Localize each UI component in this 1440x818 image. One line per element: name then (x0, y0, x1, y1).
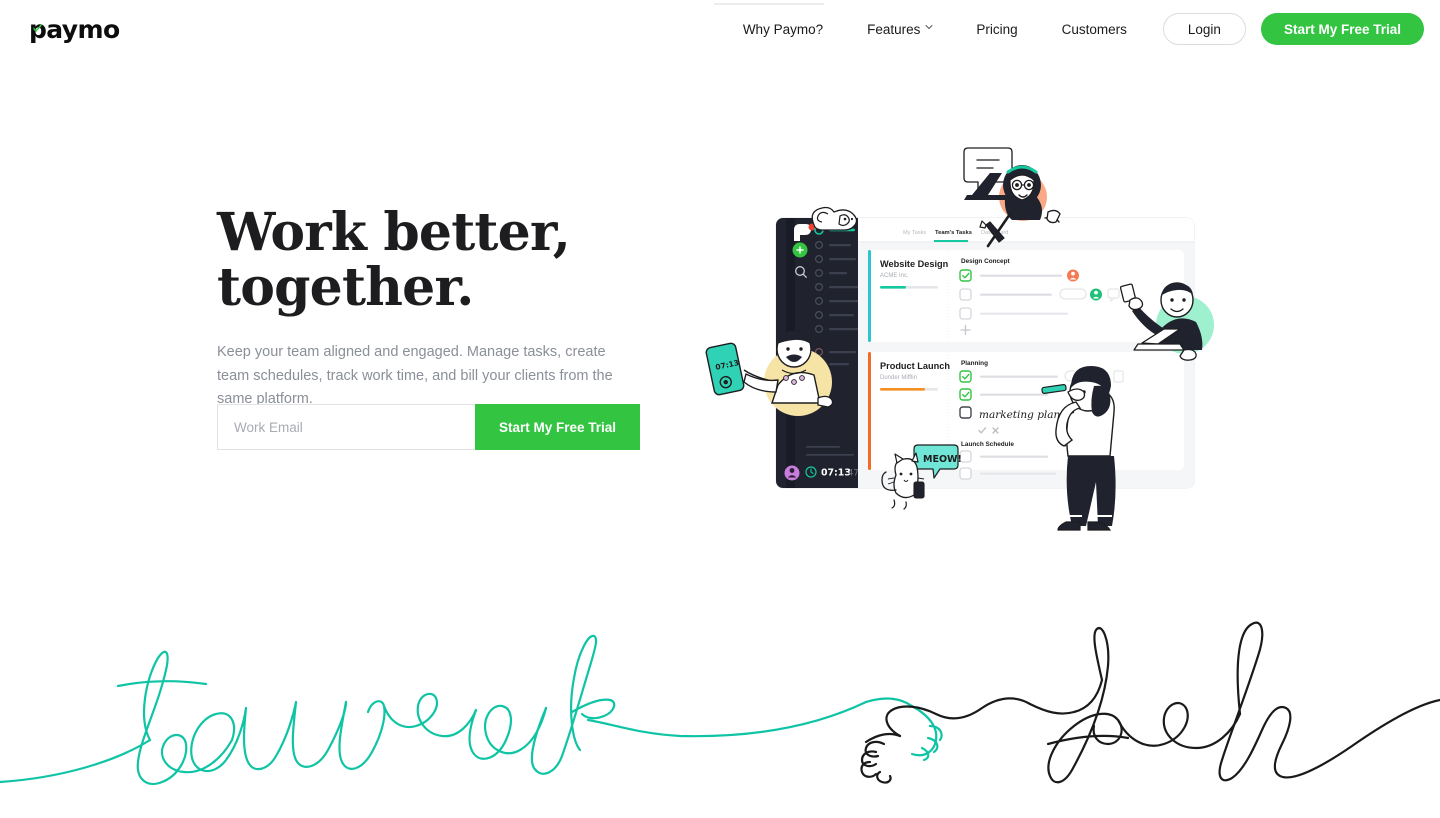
login-button-label: Login (1187, 21, 1221, 37)
handshake-black-hand (860, 697, 1032, 784)
project-name: Product Launch (880, 361, 950, 371)
teamwork-script (0, 634, 868, 786)
app-mockup-illustration: 07:13 47 My Tasks Team's Tasks Dashboard (690, 130, 1250, 560)
cat-speech-text: MEOW! (923, 454, 962, 465)
task-checkbox (959, 406, 972, 419)
paymo-logo[interactable]: paymo (29, 15, 120, 44)
task-checkbox (959, 269, 972, 282)
trial-button-label: Start My Free Trial (1283, 21, 1401, 37)
file-icon (1113, 370, 1124, 383)
section-label: Planning (961, 360, 988, 367)
handshake-teal-hand (864, 697, 943, 762)
timer-time: 07:13 (821, 468, 851, 479)
task-checkbox (959, 467, 972, 480)
active-tab-underline (934, 240, 968, 242)
comment-icon (1107, 288, 1120, 299)
nav-item-label: Features (867, 21, 921, 37)
start-free-trial-submit-button[interactable]: Start My Free Trial (475, 404, 641, 450)
site-header: paymo Why Paymo? Features Pricing Custom… (0, 0, 1440, 58)
logo-check-icon (33, 19, 42, 32)
logo-text: paymo (29, 15, 120, 44)
start-free-trial-nav-button[interactable]: Start My Free Trial (1260, 13, 1424, 45)
signup-form: Start My Free Trial (217, 404, 641, 450)
tab-teams-tasks: Team's Tasks (935, 230, 972, 236)
character-dog-illustration (811, 206, 858, 231)
project-client: ACME Inc. (880, 273, 909, 279)
app-content: My Tasks Team's Tasks Dashboard Website … (858, 218, 1194, 488)
hero-title-line-1: Work better, (217, 202, 571, 263)
main-nav: Why Paymo? Features Pricing Customers Lo… (721, 0, 1424, 58)
task-checkbox (959, 288, 972, 301)
hero-title-line-2: together. (217, 257, 474, 319)
nav-item-label: Customers (1061, 21, 1127, 37)
task-text: marketing plan (979, 409, 1061, 421)
hero-copy: Work better, together. Keep your team al… (217, 205, 687, 412)
task-checkbox (959, 370, 972, 383)
nav-item-label: Why Paymo? (742, 21, 824, 37)
avatar (784, 465, 800, 481)
task-checkbox (959, 307, 972, 320)
section-label: Design Concept (961, 258, 1011, 265)
task-checkbox (959, 388, 972, 401)
landing-page: paymo Why Paymo? Features Pricing Custom… (0, 0, 1440, 818)
login-button[interactable]: Login (1162, 13, 1246, 45)
project-client: Dunder Mifflin (880, 375, 917, 381)
hero-subtitle: Keep your team aligned and engaged. Mana… (217, 344, 613, 408)
tech-script (1028, 621, 1440, 784)
timer-seconds: 47 (848, 468, 859, 478)
tab-my-tasks: My Tasks (903, 230, 926, 236)
nav-item-features[interactable]: Features (845, 22, 954, 37)
nav-item-why-paymo[interactable]: Why Paymo? (721, 22, 845, 37)
project-name: Website Design (880, 259, 949, 269)
teamwork-tech-script-art (0, 600, 1440, 818)
page-title: Work better, together. (217, 205, 687, 315)
section-label: Launch Schedule (961, 441, 1014, 448)
chevron-down-icon (925, 24, 933, 31)
nav-item-pricing[interactable]: Pricing (954, 22, 1039, 37)
nav-item-label: Pricing (976, 21, 1018, 37)
nav-item-customers[interactable]: Customers (1040, 22, 1149, 37)
project-card-website-design: Website Design ACME Inc. Design Concept (868, 250, 1184, 342)
work-email-input[interactable] (217, 404, 475, 450)
